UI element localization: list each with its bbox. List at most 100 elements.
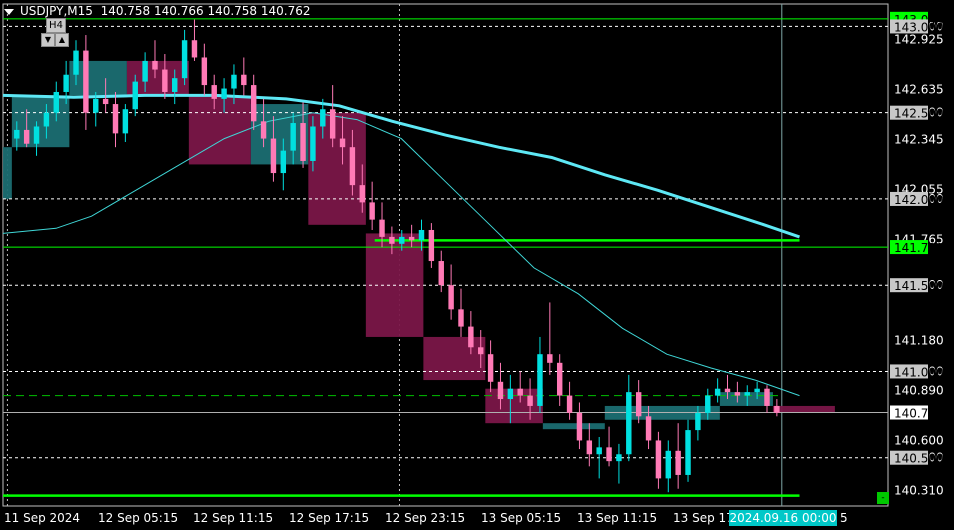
h4-candle-box [772,405,835,413]
timeframe-widget[interactable]: H4 ▼ ▲ [41,18,69,47]
corner-toggle-button[interactable]: - [877,492,889,504]
candle-body [142,60,148,82]
ohlc-readout: 140.758 140.766 140.758 140.762 [100,4,311,18]
candle-body [280,150,287,174]
candle-body [448,285,454,310]
candle-body [734,392,741,396]
candle-body [695,412,701,431]
candle-body [507,388,514,400]
candle-body [349,147,356,186]
candle-body [635,392,642,417]
candle-body [270,138,277,174]
price-axis-tick: 140.310 [894,483,944,497]
candle-body [556,362,563,396]
candle-body [724,388,731,393]
candle-body [438,261,444,286]
candle-body [665,450,671,479]
candle-body [310,126,316,161]
candle-body [211,85,217,99]
candle-body [487,354,494,382]
candle-body [754,388,760,393]
dropdown-triangle-icon[interactable] [4,8,14,15]
timeframe-label[interactable]: H4 [46,18,66,33]
candle-body [102,98,109,105]
candle-body [478,347,484,355]
candle-body [83,50,89,113]
candle-body [260,121,267,139]
candle-body [389,236,395,244]
candle-body [497,381,504,400]
time-axis-tick: 11 Sep 2024 [4,511,80,525]
h4-candle-box [3,147,12,199]
time-axis-tick: 12 Sep 11:15 [193,511,273,525]
candle-body [320,109,326,127]
current-price-label: 140.762 [894,407,944,421]
candle-body [73,50,79,75]
candle-body [369,202,375,220]
candle-body [428,229,435,262]
price-label-text: 142.000 [894,193,944,207]
time-axis-tick: 12 Sep 17:15 [289,511,369,525]
triangle-down-icon[interactable]: ▼ [41,33,55,47]
price-label-text: 141.721 [894,241,944,255]
price-label-text: 141.000 [894,365,944,379]
candle-body [290,123,296,151]
candle-body [458,309,464,327]
candle-body [705,395,711,413]
candle-body [221,88,227,99]
crosshair-time-label: 2024.09.16 00:00 [729,511,836,525]
candle-body [685,430,691,475]
candle-body [359,185,365,203]
candle-body [714,388,721,396]
candle-body [399,236,405,244]
h4-candle-box [11,95,70,148]
candle-body [33,126,40,144]
candle-body [408,236,415,241]
candle-body [576,412,583,441]
price-axis-tick: 142.635 [894,82,944,96]
candle-body [537,354,543,406]
candle-body [14,129,20,139]
candle-body [606,447,612,462]
candle-body [418,229,425,241]
candle-body [23,129,30,144]
h4-candle-box [485,388,543,424]
candle-body [329,109,336,139]
candle-body [339,138,346,148]
candle-body [566,395,573,413]
candle-body [191,40,198,58]
candle-body [132,81,138,110]
candle-body [379,219,385,237]
time-axis-tick: 12 Sep 05:15 [98,511,178,525]
candle-body [112,104,119,134]
candle-body [547,354,553,363]
candle-body [764,388,770,406]
candle-body [181,40,188,79]
h4-candle-box [308,112,366,225]
time-axis-tick: 13 Sep 17 [673,511,734,525]
chart-title: USDJPY,M15 140.758 140.766 140.758 140.7… [4,4,311,18]
price-axis-tick: 140.600 [894,433,944,447]
candle-body [250,85,257,122]
candle-body [586,440,593,455]
price-chart[interactable]: 143.000142.925 142.635 142.500 142.345 142.0… [0,0,954,530]
candle-body [122,109,129,134]
price-label-text: 141.500 [894,279,944,293]
h4-candle-box [423,336,486,381]
candle-body [162,69,168,92]
candle-body [527,395,533,406]
h4-candle-box [542,423,605,430]
price-axis-tick: 142.925 [894,32,944,46]
time-axis-tick-fragment: 5 [840,511,848,525]
candle-body [596,447,602,455]
candle-body [655,440,662,479]
price-label-text: 142.500 [894,107,944,121]
price-axis-tick: 140.890 [894,383,944,397]
price-axis-tick: 142.345 [894,132,944,146]
time-axis-tick: 12 Sep 23:15 [385,511,465,525]
candle-body [744,392,750,396]
triangle-up-icon[interactable]: ▲ [55,33,69,47]
candle-body [300,123,306,161]
candle-body [201,57,208,86]
price-axis-tick: 141.180 [894,333,944,347]
